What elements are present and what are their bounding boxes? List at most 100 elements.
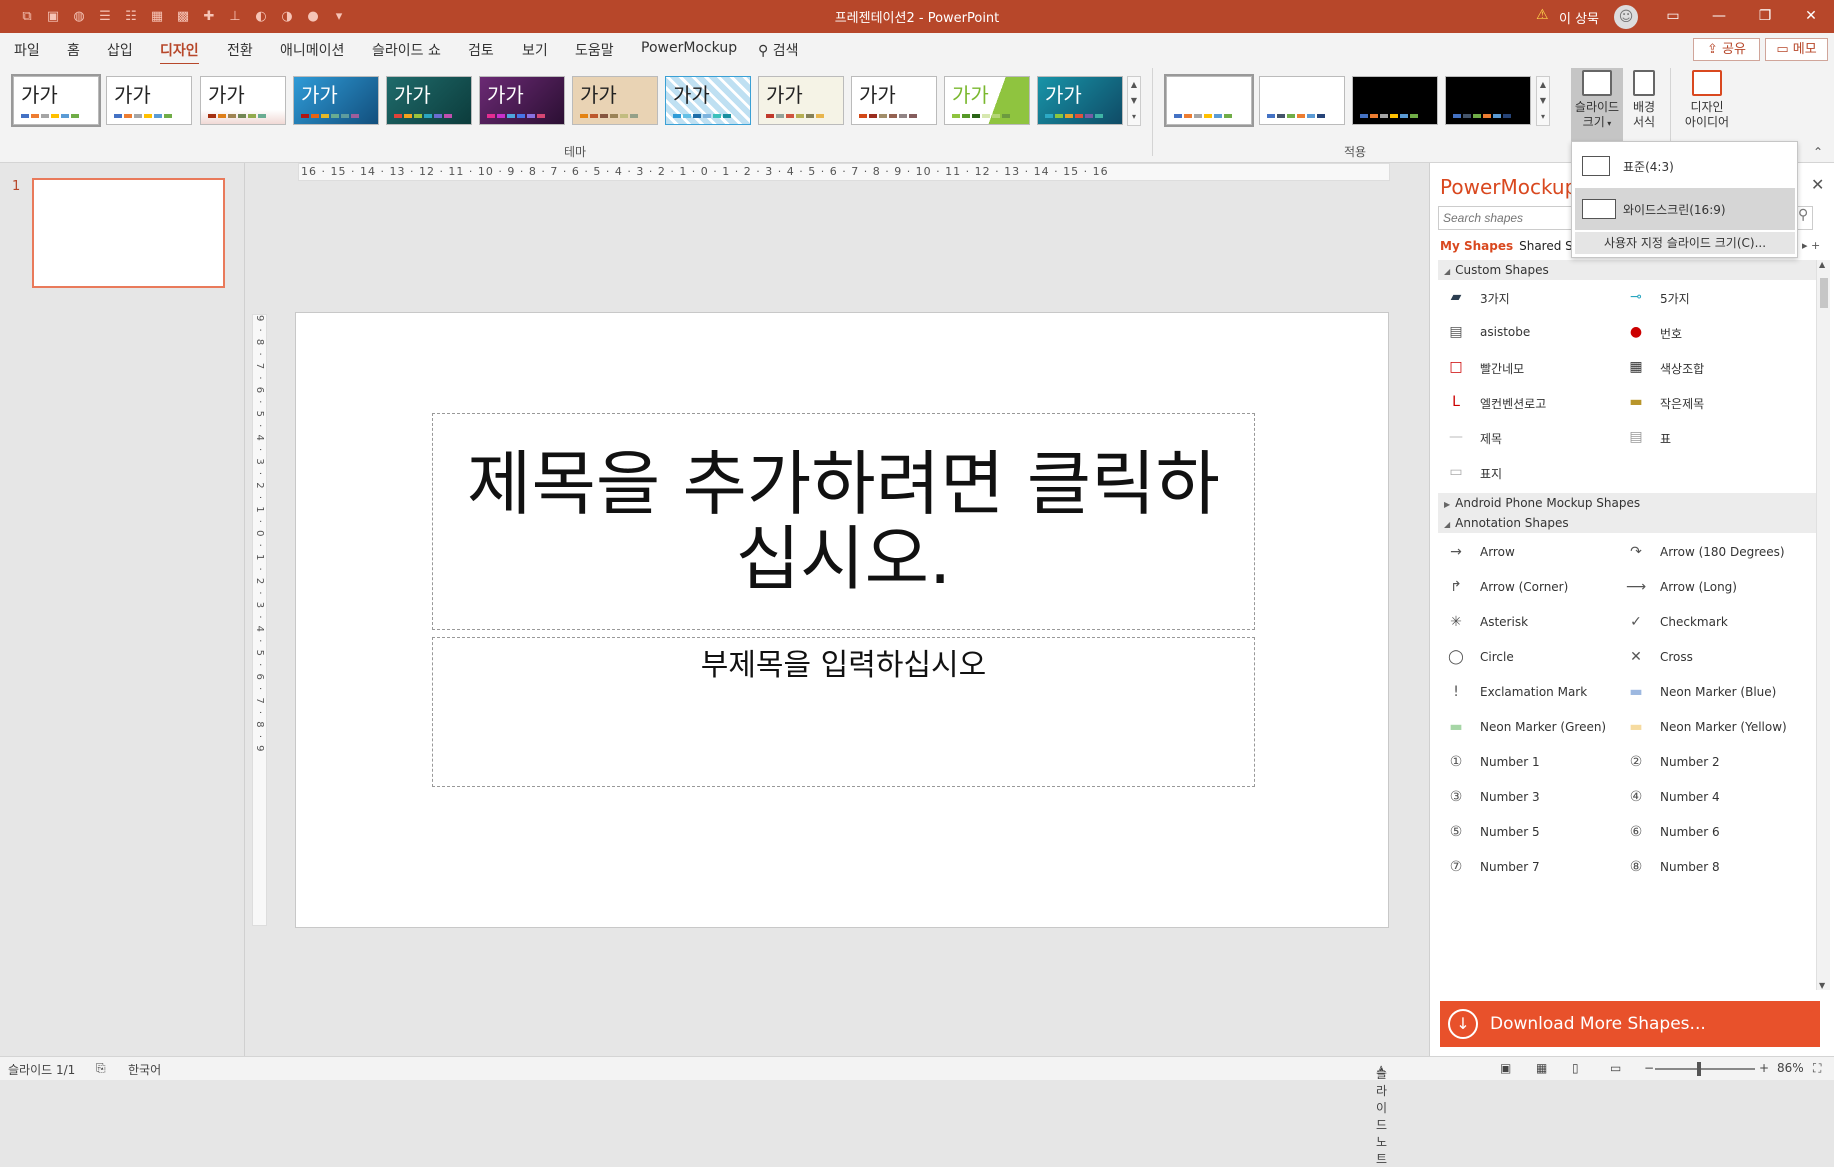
more-icon[interactable]: ▾ bbox=[1128, 109, 1140, 125]
format-background-button[interactable]: 배경 서식 bbox=[1624, 68, 1664, 130]
theme-retrospect[interactable]: 가가 bbox=[572, 76, 658, 125]
theme-gallery-scroll[interactable]: ▲ ▼ ▾ bbox=[1127, 76, 1141, 126]
section-annotation-shapes[interactable]: ◢ Annotation Shapes bbox=[1438, 513, 1818, 533]
slide-size-button[interactable]: 슬라이드 크기 ▾ bbox=[1571, 68, 1623, 141]
avatar[interactable]: ☺ bbox=[1614, 5, 1638, 29]
shape-item[interactable]: ◯ Circle bbox=[1438, 642, 1623, 672]
more-icon[interactable]: ▾ bbox=[1537, 109, 1549, 125]
zoom-out-icon[interactable]: − bbox=[1644, 1061, 1654, 1075]
shape-item[interactable]: ⑤ Number 5 bbox=[1438, 817, 1623, 847]
scrollbar-thumb[interactable] bbox=[1820, 278, 1828, 308]
chevron-down-icon[interactable]: ⌄ bbox=[1806, 985, 1816, 1031]
theme-green[interactable]: 가가 bbox=[944, 76, 1030, 125]
variant-4[interactable] bbox=[1445, 76, 1531, 125]
shape-item[interactable]: ⊸ 5가지 bbox=[1618, 282, 1803, 312]
shape-item[interactable]: ▤ asistobe bbox=[1438, 317, 1623, 347]
slide-sorter-icon[interactable]: ▦ bbox=[1536, 1061, 1547, 1075]
shape-item[interactable]: L 엘컨벤션로고 bbox=[1438, 387, 1623, 417]
menu-item-widescreen[interactable]: 와이드스크린(16:9) bbox=[1575, 188, 1795, 230]
shape-item[interactable]: ↱ Arrow (Corner) bbox=[1438, 572, 1623, 602]
section-android-shapes[interactable]: ▶ Android Phone Mockup Shapes bbox=[1438, 493, 1818, 513]
reading-view-icon[interactable]: ▯ bbox=[1572, 1061, 1579, 1075]
shape-item[interactable]: ↷ Arrow (180 Degrees) bbox=[1618, 537, 1803, 567]
zoom-in-icon[interactable]: + bbox=[1759, 1061, 1769, 1075]
tab-transitions[interactable]: 전환 bbox=[227, 40, 253, 60]
slideshow-icon[interactable]: ▭ bbox=[1610, 1061, 1621, 1075]
shape-item[interactable]: ▬ 작은제목 bbox=[1618, 387, 1803, 417]
download-more-shapes-button[interactable]: ↓ Download More Shapes... ⌄ bbox=[1440, 1001, 1820, 1047]
tab-home[interactable]: 홈 bbox=[67, 40, 80, 60]
variant-1[interactable] bbox=[1164, 74, 1254, 127]
warning-icon[interactable]: ⚠ bbox=[1536, 7, 1549, 23]
shape-item[interactable]: — 제목 bbox=[1438, 422, 1623, 452]
user-name[interactable]: 이 상묵 bbox=[1559, 8, 1599, 27]
shape-item[interactable]: ⑧ Number 8 bbox=[1618, 852, 1803, 882]
shape-item[interactable]: ▬ Neon Marker (Green) bbox=[1438, 712, 1623, 742]
tab-help[interactable]: 도움말 bbox=[575, 40, 614, 60]
comments-button[interactable]: ▭ 메모 bbox=[1765, 38, 1828, 61]
scroll-up-icon[interactable]: ▲ bbox=[1128, 77, 1140, 93]
slide-canvas[interactable]: 제목을 추가하려면 클릭하십시오. 부제목을 입력하십시오 bbox=[295, 312, 1389, 928]
language[interactable]: 한국어 bbox=[128, 1061, 161, 1078]
subtitle-placeholder[interactable]: 부제목을 입력하십시오 bbox=[432, 637, 1255, 787]
tell-me-search[interactable]: ⚲ 검색 bbox=[758, 40, 798, 60]
shape-item[interactable]: ! Exclamation Mark bbox=[1438, 677, 1623, 707]
shape-item[interactable]: ② Number 2 bbox=[1618, 747, 1803, 777]
shape-item[interactable]: ▦ 색상조합 bbox=[1618, 352, 1803, 382]
theme-office[interactable]: 가가 bbox=[11, 74, 101, 127]
shape-item[interactable]: ⟶ Arrow (Long) bbox=[1618, 572, 1803, 602]
fit-slide-icon[interactable]: ⛶ bbox=[1813, 1061, 1821, 1076]
theme-slice[interactable]: 가가 bbox=[758, 76, 844, 125]
tab-slideshow[interactable]: 슬라이드 쇼 bbox=[372, 40, 441, 60]
shape-item[interactable]: ▬ Neon Marker (Yellow) bbox=[1618, 712, 1803, 742]
tab-powermockup[interactable]: PowerMockup bbox=[641, 40, 737, 56]
tab-design[interactable]: 디자인 bbox=[160, 40, 199, 65]
search-icon[interactable]: ⚲ bbox=[1798, 207, 1808, 223]
theme-ion[interactable]: 가가 bbox=[293, 76, 379, 125]
design-ideas-button[interactable]: 디자인 아이디어 bbox=[1678, 68, 1736, 130]
scroll-up-icon[interactable]: ▲ bbox=[1537, 77, 1549, 93]
variant-gallery-scroll[interactable]: ▲ ▼ ▾ bbox=[1536, 76, 1550, 126]
zoom-slider-thumb[interactable] bbox=[1697, 1062, 1701, 1076]
zoom-level[interactable]: 86% bbox=[1777, 1061, 1804, 1075]
tab-my-shapes[interactable]: My Shapes bbox=[1440, 239, 1513, 253]
shape-item[interactable]: ④ Number 4 bbox=[1618, 782, 1803, 812]
shape-item[interactable]: ✕ Cross bbox=[1618, 642, 1803, 672]
shape-item[interactable]: ③ Number 3 bbox=[1438, 782, 1623, 812]
shape-item[interactable]: □ 빨간네모 bbox=[1438, 352, 1623, 382]
close-icon[interactable]: ✕ bbox=[1788, 0, 1834, 33]
theme-wisp[interactable]: 가가 bbox=[851, 76, 937, 125]
theme-ion-boardroom[interactable]: 가가 bbox=[386, 76, 472, 125]
shape-item[interactable]: ▰ 3가지 bbox=[1438, 282, 1623, 312]
shape-item[interactable]: ⑦ Number 7 bbox=[1438, 852, 1623, 882]
shape-item[interactable]: ✓ Checkmark bbox=[1618, 607, 1803, 637]
accessibility-icon[interactable]: ⎘ bbox=[96, 1061, 106, 1076]
shape-item[interactable]: ⑥ Number 6 bbox=[1618, 817, 1803, 847]
section-custom-shapes[interactable]: ◢ Custom Shapes bbox=[1438, 260, 1818, 280]
scroll-down-icon[interactable]: ▼ bbox=[1537, 93, 1549, 109]
collapse-ribbon-icon[interactable]: ⌃ bbox=[1813, 145, 1823, 159]
shape-item[interactable]: ▬ Neon Marker (Blue) bbox=[1618, 677, 1803, 707]
shape-item[interactable]: ● 번호 bbox=[1618, 317, 1803, 347]
theme-teal[interactable]: 가가 bbox=[1037, 76, 1123, 125]
shape-item[interactable]: ✳ Asterisk bbox=[1438, 607, 1623, 637]
zoom-slider[interactable] bbox=[1655, 1068, 1755, 1070]
theme-facet[interactable]: 가가 bbox=[200, 76, 286, 125]
tab-view[interactable]: 보기 bbox=[522, 40, 548, 60]
variant-2[interactable] bbox=[1259, 76, 1345, 125]
shape-item[interactable]: ▤ 표 bbox=[1618, 422, 1803, 452]
maximize-icon[interactable]: ❐ bbox=[1742, 0, 1788, 33]
shape-list-scrollbar[interactable]: ▲ ▼ bbox=[1816, 260, 1830, 990]
tab-animations[interactable]: 애니메이션 bbox=[280, 40, 344, 60]
shape-item[interactable]: → Arrow bbox=[1438, 537, 1623, 567]
tab-file[interactable]: 파일 bbox=[14, 40, 40, 60]
theme-organic[interactable]: 가가 bbox=[479, 76, 565, 125]
tab-scroll-icons[interactable]: ▸ + bbox=[1802, 239, 1820, 252]
minimize-icon[interactable]: — bbox=[1696, 0, 1742, 33]
close-icon[interactable]: ✕ bbox=[1811, 175, 1824, 194]
tab-review[interactable]: 검토 bbox=[468, 40, 494, 60]
variant-3[interactable] bbox=[1352, 76, 1438, 125]
share-button[interactable]: ⇪ 공유 bbox=[1693, 38, 1760, 61]
tab-insert[interactable]: 삽입 bbox=[107, 40, 133, 60]
scroll-up-icon[interactable]: ▲ bbox=[1819, 260, 1825, 269]
